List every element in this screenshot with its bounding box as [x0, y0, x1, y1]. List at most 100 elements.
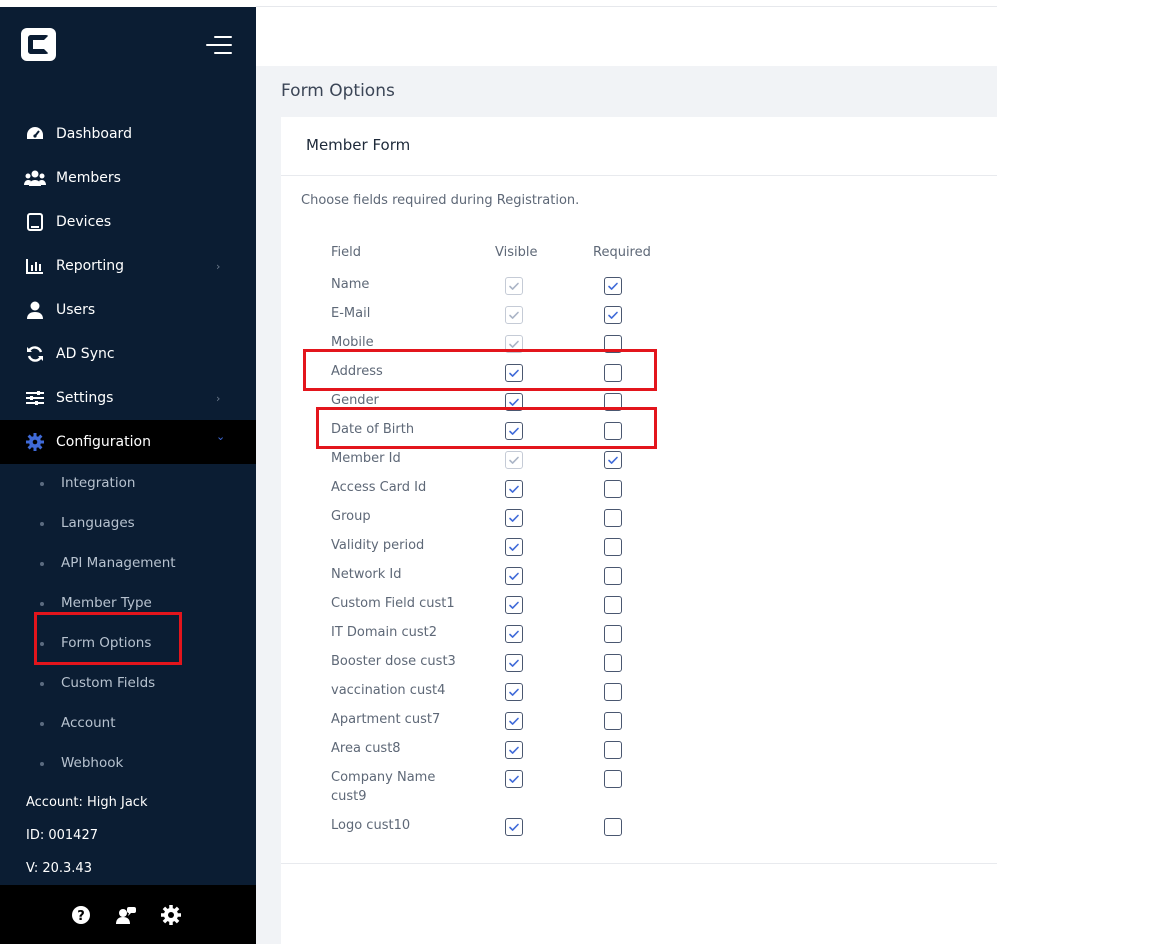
tablet-icon: [24, 212, 46, 232]
sidebar-item-members[interactable]: Members: [0, 156, 256, 200]
field-label: Address: [331, 364, 383, 379]
field-label: Access Card Id: [331, 480, 427, 495]
chevron-right-icon: ›: [216, 259, 221, 273]
required-checkbox[interactable]: [604, 818, 622, 836]
sidebar-item-users[interactable]: Users: [0, 288, 256, 332]
gear-icon: [24, 432, 46, 452]
app-version: V: 20.3.43: [26, 861, 92, 876]
sidebar-subitem-account[interactable]: Account: [0, 704, 256, 744]
required-checkbox[interactable]: [604, 596, 622, 614]
required-checkbox[interactable]: [604, 770, 622, 788]
sidebar-subitem-form-options[interactable]: Form Options: [0, 624, 256, 664]
sidebar-item-settings[interactable]: Settings ›: [0, 376, 256, 420]
required-checkbox[interactable]: [604, 509, 622, 527]
visible-checkbox: [505, 451, 523, 469]
account-id: ID: 001427: [26, 828, 98, 843]
required-checkbox[interactable]: [604, 480, 622, 498]
app-logo[interactable]: [21, 28, 56, 61]
visible-checkbox: [505, 277, 523, 295]
visible-checkbox[interactable]: [505, 509, 523, 527]
sidebar: Dashboard Members Devices Reporting › Us…: [0, 7, 256, 944]
field-label: Member Id: [331, 451, 401, 466]
sidebar-subitem-webhook[interactable]: Webhook: [0, 744, 256, 784]
sidebar-subitem-label: Webhook: [61, 755, 124, 771]
sidebar-subitem-label: API Management: [61, 555, 176, 571]
visible-checkbox[interactable]: [505, 596, 523, 614]
required-checkbox[interactable]: [604, 712, 622, 730]
field-label: Validity period: [331, 538, 425, 553]
field-label: IT Domain cust2: [331, 625, 438, 640]
required-checkbox[interactable]: [604, 567, 622, 585]
bullet-icon: [40, 722, 44, 726]
required-checkbox[interactable]: [604, 335, 622, 353]
visible-checkbox[interactable]: [505, 625, 523, 643]
field-label: E-Mail: [331, 306, 371, 321]
visible-checkbox[interactable]: [505, 683, 523, 701]
sidebar-subitem-member-type[interactable]: Member Type: [0, 584, 256, 624]
visible-checkbox[interactable]: [505, 538, 523, 556]
required-checkbox[interactable]: [604, 364, 622, 382]
menu-toggle-icon[interactable]: [204, 34, 232, 56]
visible-checkbox[interactable]: [505, 654, 523, 672]
sidebar-item-label: Reporting: [56, 258, 125, 274]
member-form-card: Member Form Choose fields required durin…: [281, 117, 997, 944]
sidebar-footer: ?: [0, 885, 256, 944]
visible-checkbox[interactable]: [505, 480, 523, 498]
sidebar-item-ad-sync[interactable]: AD Sync: [0, 332, 256, 376]
required-checkbox[interactable]: [604, 277, 622, 295]
sidebar-item-label: Dashboard: [56, 126, 132, 142]
sidebar-item-devices[interactable]: Devices: [0, 200, 256, 244]
sidebar-item-configuration[interactable]: Configuration ⌄: [0, 420, 256, 464]
sidebar-item-reporting[interactable]: Reporting ›: [0, 244, 256, 288]
visible-checkbox[interactable]: [505, 422, 523, 440]
bullet-icon: [40, 642, 44, 646]
sliders-icon: [24, 388, 46, 408]
sidebar-subitem-integration[interactable]: Integration: [0, 464, 256, 504]
visible-checkbox[interactable]: [505, 818, 523, 836]
sidebar-subitem-api-management[interactable]: API Management: [0, 544, 256, 584]
chevron-down-icon: ⌄: [216, 430, 226, 443]
visible-checkbox[interactable]: [505, 741, 523, 759]
top-divider: [256, 6, 997, 7]
field-label: Logo cust10: [331, 818, 411, 833]
dashboard-icon: [24, 124, 46, 144]
visible-checkbox[interactable]: [505, 393, 523, 411]
visible-checkbox[interactable]: [505, 712, 523, 730]
sidebar-subitem-label: Custom Fields: [61, 675, 156, 691]
sidebar-subitem-label: Account: [61, 715, 116, 731]
card-title: Member Form: [306, 136, 411, 154]
sidebar-subitem-custom-fields[interactable]: Custom Fields: [0, 664, 256, 704]
sidebar-subitem-languages[interactable]: Languages: [0, 504, 256, 544]
sidebar-item-label: Devices: [56, 214, 112, 230]
bullet-icon: [40, 482, 44, 486]
visible-checkbox[interactable]: [505, 364, 523, 382]
field-label: Network Id: [331, 567, 402, 582]
field-label: Area cust8: [331, 741, 401, 756]
sidebar-item-dashboard[interactable]: Dashboard: [0, 112, 256, 156]
sidebar-subitem-label: Languages: [61, 515, 135, 531]
required-checkbox[interactable]: [604, 451, 622, 469]
bullet-icon: [40, 682, 44, 686]
field-label: Group: [331, 509, 371, 524]
required-checkbox[interactable]: [604, 422, 622, 440]
help-icon[interactable]: ?: [70, 904, 92, 926]
required-checkbox[interactable]: [604, 625, 622, 643]
visible-checkbox[interactable]: [505, 567, 523, 585]
user-chat-icon[interactable]: [115, 904, 137, 926]
field-label: Mobile: [331, 335, 374, 350]
required-checkbox[interactable]: [604, 306, 622, 324]
required-checkbox[interactable]: [604, 683, 622, 701]
sidebar-item-label: Configuration: [56, 434, 151, 450]
svg-text:?: ?: [77, 909, 85, 924]
sidebar-subitem-label: Integration: [61, 475, 136, 491]
required-checkbox[interactable]: [604, 654, 622, 672]
field-label: Name: [331, 277, 370, 292]
members-icon: [24, 168, 46, 188]
required-checkbox[interactable]: [604, 538, 622, 556]
visible-checkbox[interactable]: [505, 770, 523, 788]
field-label: Date of Birth: [331, 422, 415, 437]
required-checkbox[interactable]: [604, 741, 622, 759]
settings-gear-icon[interactable]: [160, 904, 182, 926]
user-icon: [24, 300, 46, 320]
required-checkbox[interactable]: [604, 393, 622, 411]
